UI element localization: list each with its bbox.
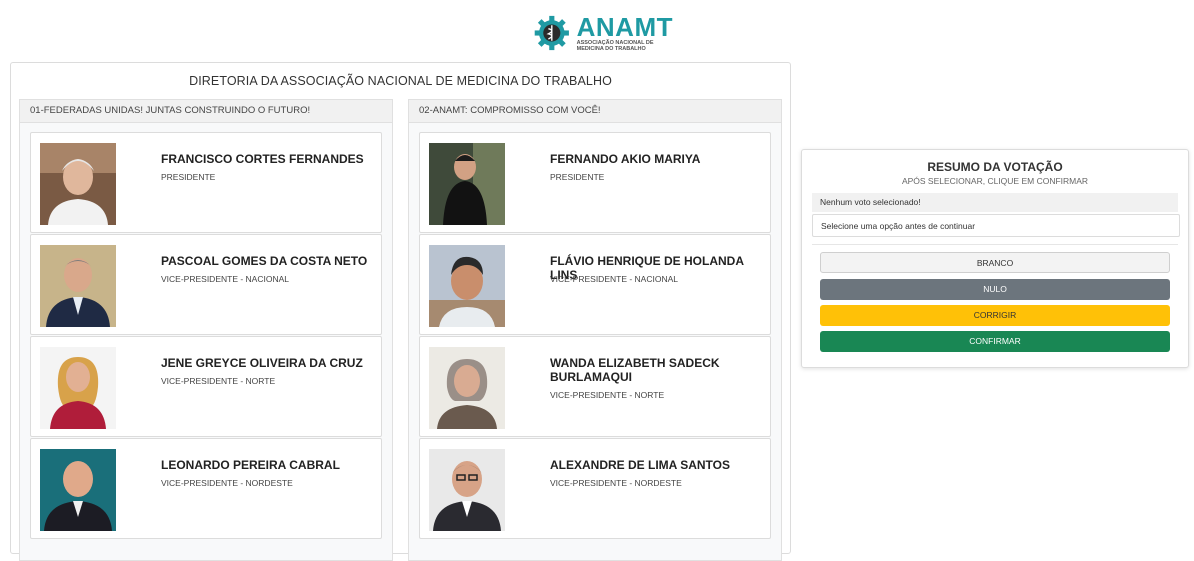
nulo-button[interactable]: NULO — [820, 279, 1170, 300]
candidate-name: LEONARDO PEREIRA CABRAL — [161, 458, 340, 472]
candidate-role: VICE-PRESIDENTE - NACIONAL — [161, 274, 289, 284]
summary-subtitle: APÓS SELECIONAR, CLIQUE EM CONFIRMAR — [901, 176, 1089, 186]
candidate-name: WANDA ELIZABETH SADECK BURLAMAQUI — [550, 356, 720, 384]
candidate-name: FERNANDO AKIO MARIYA — [550, 152, 701, 166]
selection-message: Selecione uma opção antes de continuar — [812, 214, 1180, 237]
candidate-photo — [40, 245, 116, 327]
summary-title: RESUMO DA VOTAÇÃO — [927, 160, 1063, 174]
candidate-card[interactable]: PASCOAL GOMES DA COSTA NETO VICE-PRESIDE… — [30, 234, 382, 335]
candidate-photo — [429, 245, 505, 327]
candidate-role: VICE-PRESIDENTE - NACIONAL — [550, 274, 678, 284]
candidate-name: FRANCISCO CORTES FERNANDES — [161, 152, 364, 166]
vote-summary-card: RESUMO DA VOTAÇÃO APÓS SELECIONAR, CLIQU… — [801, 149, 1189, 368]
candidate-photo — [40, 143, 116, 225]
candidate-name: JENE GREYCE OLIVEIRA DA CRUZ — [161, 356, 363, 370]
ballot-card: DIRETORIA DA ASSOCIAÇÃO NACIONAL DE MEDI… — [10, 62, 791, 561]
candidate-card[interactable]: LEONARDO PEREIRA CABRAL VICE-PRESIDENTE … — [30, 438, 382, 539]
candidate-role: VICE-PRESIDENTE - NORTE — [550, 390, 665, 400]
candidate-name: ALEXANDRE DE LIMA SANTOS — [550, 458, 731, 472]
candidate-photo — [40, 449, 116, 531]
ballot-title: DIRETORIA DA ASSOCIAÇÃO NACIONAL DE MEDI… — [189, 74, 612, 88]
candidate-photo — [429, 143, 505, 225]
candidate-name: PASCOAL GOMES DA COSTA NETO — [161, 254, 368, 268]
candidate-photo — [429, 347, 505, 429]
candidate-card[interactable]: WANDA ELIZABETH SADECK BURLAMAQUI VICE-P… — [419, 336, 771, 437]
candidate-role: VICE-PRESIDENTE - NORDESTE — [161, 478, 293, 488]
candidate-list: FERNANDO AKIO MARIYA PRESIDENTE FLÁVIO H… — [419, 132, 771, 540]
candidate-photo — [40, 347, 116, 429]
slate-label: 01-FEDERADAS UNIDAS! JUNTAS CONSTRUINDO … — [20, 100, 392, 123]
candidate-card[interactable]: ALEXANDRE DE LIMA SANTOS VICE-PRESIDENTE… — [419, 438, 771, 539]
corrigir-button[interactable]: CORRIGIR — [820, 305, 1170, 326]
candidate-card[interactable]: FLÁVIO HENRIQUE DE HOLANDA LINS VICE-PRE… — [419, 234, 771, 335]
candidate-role: PRESIDENTE — [550, 172, 605, 182]
slate-label: 02-ANAMT: COMPROMISSO COM VOCÊ! — [409, 100, 781, 123]
branco-button[interactable]: BRANCO — [820, 252, 1170, 273]
candidate-card[interactable]: FERNANDO AKIO MARIYA PRESIDENTE — [419, 132, 771, 233]
candidate-card[interactable]: FRANCISCO CORTES FERNANDES PRESIDENTE — [30, 132, 382, 233]
anamt-gear-icon — [534, 15, 569, 51]
logo-subtitle: ASSOCIAÇÃO NACIONAL DE MEDICINA DO TRABA… — [576, 39, 654, 53]
slate-02[interactable]: 02-ANAMT: COMPROMISSO COM VOCÊ! FERNANDO… — [408, 99, 782, 561]
candidate-role: PRESIDENTE — [161, 172, 216, 182]
candidate-photo — [429, 449, 505, 531]
candidate-card[interactable]: JENE GREYCE OLIVEIRA DA CRUZ VICE-PRESID… — [30, 336, 382, 437]
anamt-logo: ANAMT ASSOCIAÇÃO NACIONAL DE MEDICINA DO… — [533, 9, 673, 57]
slate-01[interactable]: 01-FEDERADAS UNIDAS! JUNTAS CONSTRUINDO … — [19, 99, 393, 561]
divider — [812, 244, 1178, 245]
candidate-list: FRANCISCO CORTES FERNANDES PRESIDENTE PA… — [30, 132, 382, 540]
selection-status: Nenhum voto selecionado! — [812, 193, 1178, 212]
logo-title: ANAMT — [576, 11, 673, 42]
candidate-role: VICE-PRESIDENTE - NORDESTE — [550, 478, 682, 488]
confirmar-button[interactable]: CONFIRMAR — [820, 331, 1170, 352]
candidate-role: VICE-PRESIDENTE - NORTE — [161, 376, 276, 386]
